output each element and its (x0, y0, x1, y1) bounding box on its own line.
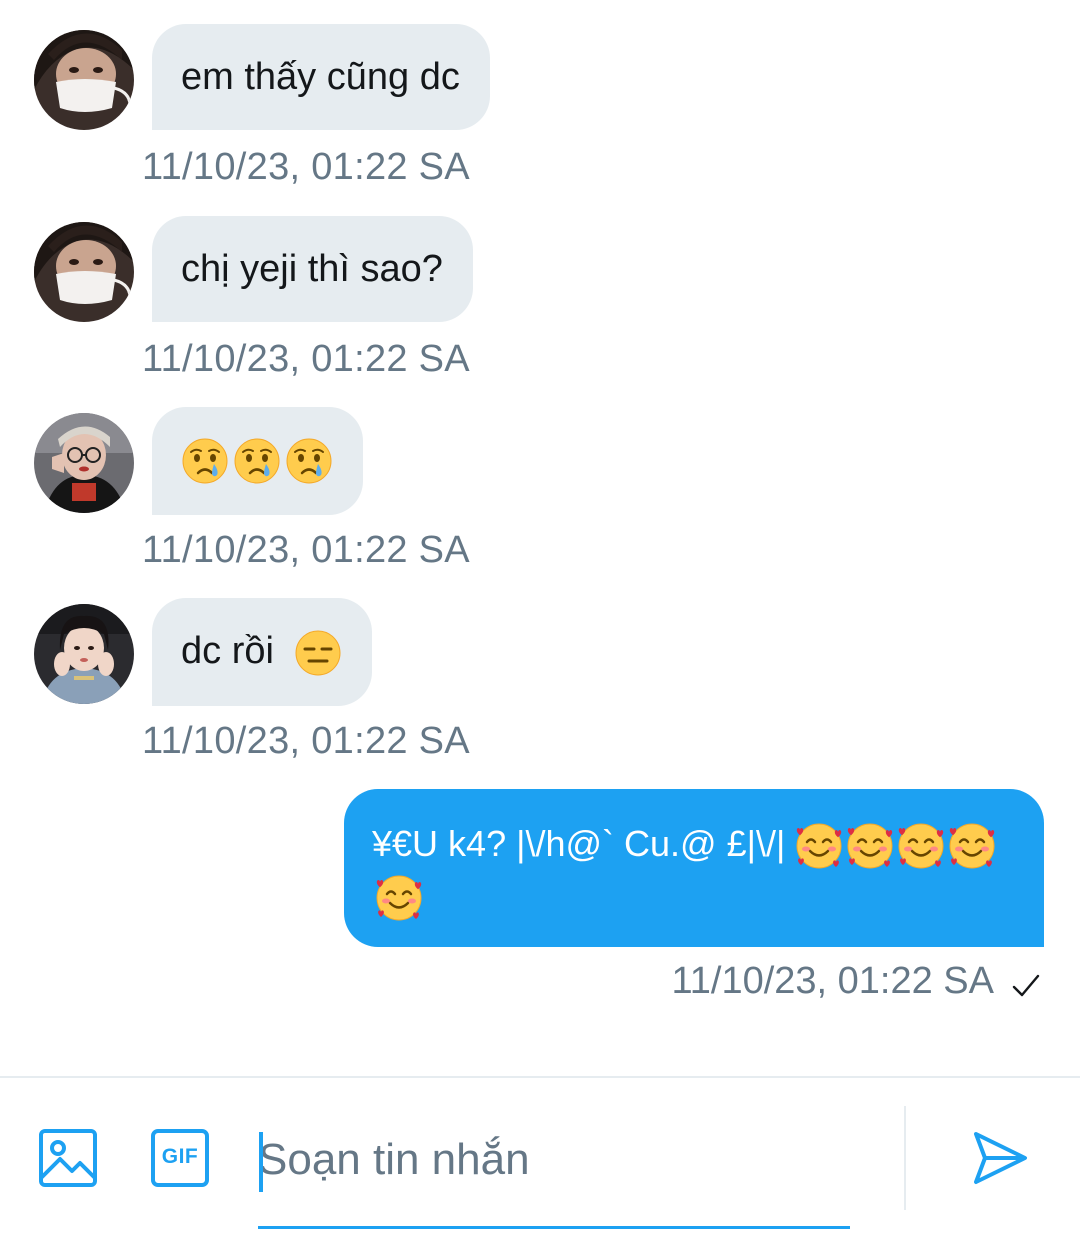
message-input[interactable] (258, 1132, 848, 1188)
smiling-face-with-hearts-icon (898, 823, 944, 869)
crying-face-icon (286, 438, 332, 484)
avatar-girl-hoodie-image (34, 604, 134, 704)
text-caret (259, 1132, 263, 1192)
send-icon (974, 1132, 1027, 1184)
avatar[interactable] (34, 413, 134, 513)
message-text: chị yeji thì sao? (181, 248, 443, 290)
send-button[interactable] (970, 1128, 1030, 1193)
emoji-row (294, 630, 342, 676)
composer-separator (904, 1106, 906, 1210)
dm-conversation-screen: em thấy cũng dc 11/10/23, 01:22 SA chị y… (0, 0, 1080, 1240)
message-bubble[interactable]: dc rồi (152, 598, 373, 706)
avatar[interactable] (34, 604, 134, 704)
sent-check-icon (1012, 974, 1040, 997)
message-input-wrapper (258, 1108, 850, 1229)
avatar-girl-mask-image (34, 222, 134, 322)
message-bubble[interactable]: em thấy cũng dc (152, 24, 490, 130)
smiling-face-with-hearts-icon (847, 823, 893, 869)
image-icon-glyph (39, 1129, 97, 1187)
smiling-face-with-hearts-icon (796, 823, 842, 869)
crying-face-icon (234, 438, 280, 484)
avatar-girl-mask-image (34, 30, 134, 130)
avatar[interactable] (34, 30, 134, 130)
message-timestamp: 11/10/23, 01:22 SA (142, 146, 470, 188)
message-bubble[interactable]: chị yeji thì sao? (152, 216, 473, 322)
gif-label: GIF (161, 1145, 199, 1168)
message-composer: GIF (0, 1078, 1080, 1240)
sent-message-text: ¥€U k4? |\/h@` Cu.@ £|\/| (372, 823, 786, 864)
message-text: em thấy cũng dc (181, 56, 460, 98)
crying-face-icon (182, 438, 228, 484)
message-timestamp: 11/10/23, 01:22 SA (142, 529, 470, 571)
emoji-row (181, 438, 333, 484)
smiling-face-with-hearts-icon (949, 823, 995, 869)
message-text: dc rồi (181, 630, 274, 672)
sent-message-timestamp: 11/10/23, 01:22 SA (671, 960, 994, 1002)
avatar[interactable] (34, 222, 134, 322)
image-icon[interactable] (38, 1128, 98, 1193)
message-timestamp: 11/10/23, 01:22 SA (142, 338, 470, 380)
gif-icon[interactable]: GIF (150, 1128, 210, 1188)
message-bubble[interactable] (152, 407, 363, 515)
sent-message-bubble[interactable]: ¥€U k4? |\/h@` Cu.@ £|\/| (344, 789, 1044, 947)
avatar-girl-glasses-image (34, 413, 134, 513)
expressionless-face-icon (295, 630, 341, 676)
message-timestamp: 11/10/23, 01:22 SA (142, 720, 470, 762)
smiling-face-with-hearts-icon (376, 875, 422, 921)
